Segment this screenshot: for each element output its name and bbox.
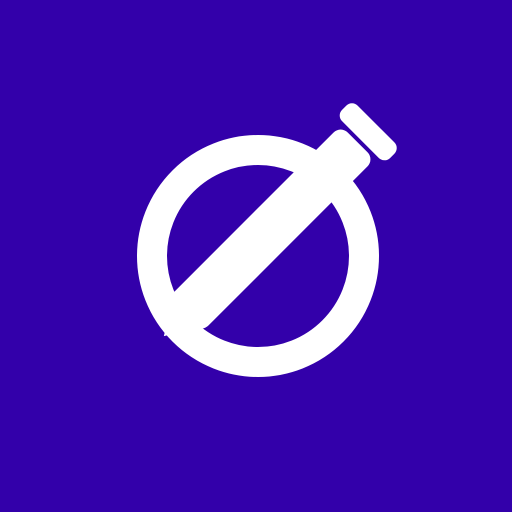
app-icon-background [0, 0, 512, 512]
circle-with-pen-slash-icon [137, 103, 397, 377]
